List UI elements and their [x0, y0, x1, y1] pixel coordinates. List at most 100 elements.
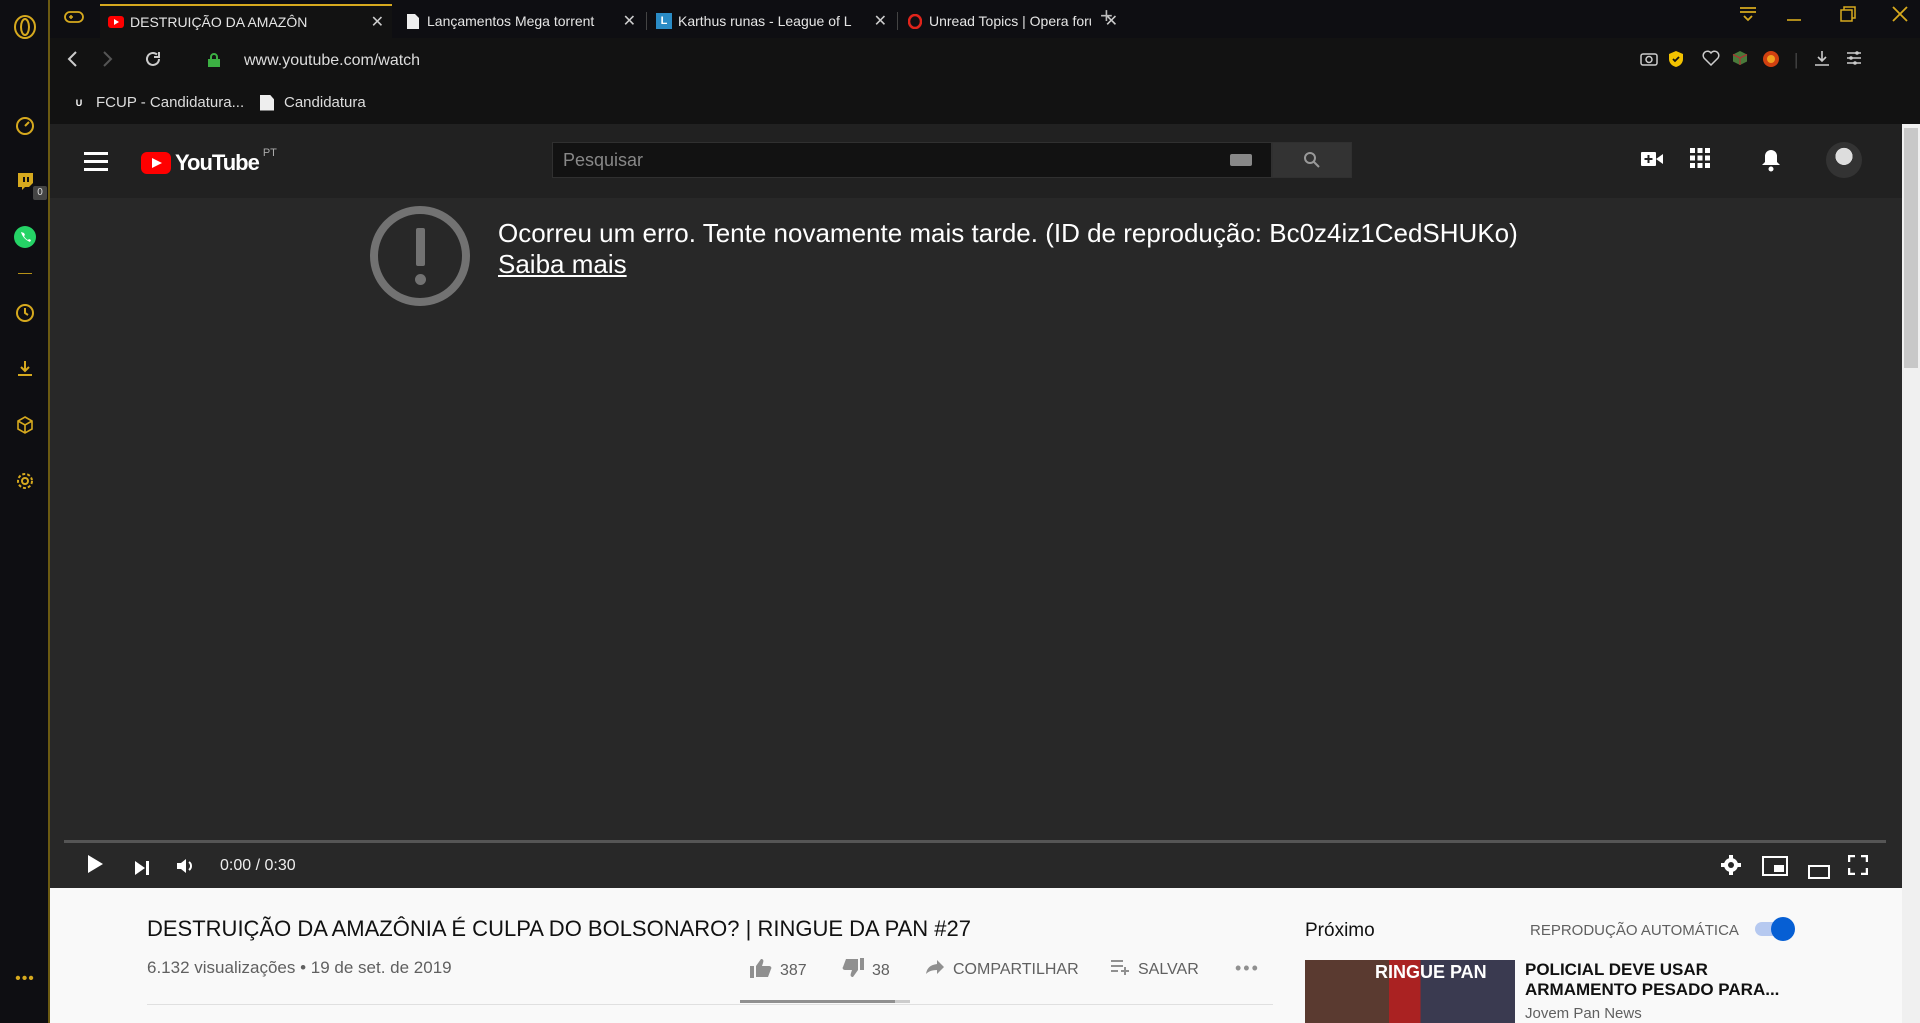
back-icon[interactable] — [66, 50, 78, 74]
playlist-add-icon — [1110, 958, 1130, 981]
gamepad-icon[interactable] — [64, 8, 84, 29]
more-icon[interactable]: ••• — [12, 966, 38, 992]
dislike-button[interactable]: 38 — [842, 958, 890, 984]
youtube-wordmark: YouTube — [175, 150, 260, 175]
tab-lancamentos[interactable]: Lançamentos Mega torrent ✕ — [397, 4, 644, 38]
keyboard-icon[interactable] — [1230, 154, 1252, 166]
minimize-icon[interactable] — [1786, 6, 1802, 27]
save-button[interactable]: SALVAR — [1110, 958, 1199, 981]
tab-menu-icon[interactable] — [1738, 6, 1758, 27]
settings-icon[interactable] — [12, 468, 38, 494]
country-code: PT — [262, 147, 277, 159]
tab-title: DESTRUIÇÃO DA AMAZÔN — [130, 14, 308, 30]
share-icon — [925, 958, 945, 981]
history-icon[interactable] — [12, 300, 38, 326]
video-meta: 6.132 visualizações • 19 de set. de 2019 — [147, 958, 452, 977]
avatar[interactable] — [1826, 142, 1862, 178]
tab-title: Unread Topics | Opera forur — [929, 13, 1091, 29]
autoplay-label: REPRODUÇÃO AUTOMÁTICA — [1530, 922, 1739, 939]
youtube-header: YouTube PT — [50, 124, 1902, 198]
next-video-title[interactable]: POLICIAL DEVE USAR ARMAMENTO PESADO PARA… — [1525, 960, 1785, 1000]
divider — [147, 1004, 1273, 1005]
scrollbar-thumb[interactable] — [1904, 128, 1918, 368]
settings-gear-icon[interactable] — [1720, 854, 1742, 882]
create-video-icon[interactable] — [1640, 148, 1664, 174]
close-icon[interactable]: ✕ — [874, 11, 887, 31]
toolbar-divider: | — [1794, 50, 1799, 69]
volume-icon[interactable] — [176, 855, 196, 881]
progress-bar[interactable] — [64, 840, 1886, 843]
tab-bar: DESTRUIÇÃO DA AMAZÔN ✕ Lançamentos Mega … — [50, 0, 1920, 38]
next-video-channel[interactable]: Jovem Pan News — [1525, 1005, 1642, 1022]
search-box — [552, 142, 1272, 178]
tab-title: Karthus runas - League of L — [678, 13, 852, 29]
search-button[interactable] — [1272, 142, 1352, 178]
university-icon: U — [75, 97, 83, 108]
extension-fox-icon[interactable] — [1762, 50, 1780, 73]
tab-karthus[interactable]: L Karthus runas - League of L ✕ — [648, 4, 895, 38]
close-icon[interactable]: ✕ — [623, 11, 636, 31]
miniplayer-icon[interactable] — [1762, 856, 1788, 882]
heart-icon[interactable] — [1702, 50, 1720, 71]
video-title: DESTRUIÇÃO DA AMAZÔNIA É CULPA DO BOLSON… — [147, 916, 972, 941]
bookmarks-bar: U FCUP - Candidatura... Candidatura — [50, 86, 1920, 124]
search-input[interactable] — [553, 143, 1271, 177]
learn-more-link[interactable]: Saiba mais — [498, 249, 627, 280]
share-label: COMPARTILHAR — [953, 960, 1079, 978]
easy-setup-icon[interactable] — [1846, 50, 1862, 70]
error-message: Ocorreu um erro. Tente novamente mais ta… — [498, 218, 1518, 248]
like-count: 387 — [780, 962, 807, 979]
tab-divider — [897, 12, 898, 30]
fullscreen-icon[interactable] — [1847, 854, 1869, 881]
menu-icon[interactable] — [84, 152, 108, 176]
bookmark-candidatura[interactable]: Candidatura — [260, 94, 366, 111]
notifications-bell-icon[interactable] — [1760, 148, 1782, 178]
extensions-icon[interactable] — [12, 412, 38, 438]
save-label: SALVAR — [1138, 960, 1199, 978]
twitch-badge: 0 — [33, 186, 47, 200]
thumbs-up-icon — [750, 958, 772, 984]
tab-divider — [646, 12, 647, 30]
video-player[interactable]: Ocorreu um erro. Tente novamente mais ta… — [50, 198, 1902, 888]
theater-mode-icon[interactable] — [1808, 859, 1830, 885]
tab-opera-forum[interactable]: Unread Topics | Opera forur ✕ — [899, 4, 1126, 38]
tab-youtube[interactable]: DESTRUIÇÃO DA AMAZÔN ✕ — [100, 4, 392, 38]
new-tab-icon[interactable]: + — [1100, 3, 1113, 29]
reload-icon[interactable] — [144, 50, 162, 74]
next-video-thumbnail[interactable]: RINGUE PAN — [1305, 960, 1515, 1023]
tab-title: Lançamentos Mega torrent — [427, 13, 595, 29]
page-scrollbar[interactable] — [1902, 124, 1920, 1023]
share-button[interactable]: COMPARTILHAR — [925, 958, 1079, 981]
search-icon — [1304, 152, 1320, 168]
speed-dial-icon[interactable] — [12, 113, 38, 139]
downloads-icon[interactable] — [12, 355, 38, 381]
more-actions-icon[interactable]: ••• — [1235, 958, 1260, 979]
bookmark-label: FCUP - Candidatura... — [96, 94, 245, 111]
thumbs-down-icon — [842, 958, 864, 984]
bookmark-fcup[interactable]: U FCUP - Candidatura... — [72, 94, 244, 111]
secure-lock-icon[interactable] — [208, 53, 220, 67]
window-close-icon[interactable] — [1892, 6, 1908, 27]
snapshot-icon[interactable] — [1640, 50, 1658, 71]
opera-logo-icon[interactable] — [12, 14, 38, 40]
forward-icon[interactable] — [102, 50, 114, 74]
up-next-heading: Próximo — [1305, 920, 1375, 941]
close-icon[interactable]: ✕ — [371, 12, 384, 32]
extension-cube-icon[interactable] — [1732, 50, 1748, 71]
like-button[interactable]: 387 — [750, 958, 807, 984]
youtube-logo[interactable]: YouTube PT — [141, 147, 277, 176]
sidebar-divider — [18, 273, 32, 274]
restore-icon[interactable] — [1840, 6, 1856, 27]
url-field[interactable]: www.youtube.com/watch — [244, 52, 420, 70]
download-icon[interactable] — [1814, 50, 1830, 71]
youtube-icon — [108, 14, 124, 30]
league-icon: L — [656, 13, 672, 29]
whatsapp-icon[interactable] — [12, 224, 38, 250]
adblock-shield-icon[interactable] — [1668, 50, 1684, 73]
opera-icon — [907, 13, 923, 29]
next-icon[interactable] — [134, 856, 150, 882]
play-icon[interactable] — [86, 854, 104, 880]
page-icon — [405, 13, 421, 29]
apps-grid-icon[interactable] — [1690, 148, 1710, 174]
autoplay-toggle[interactable] — [1755, 917, 1795, 941]
